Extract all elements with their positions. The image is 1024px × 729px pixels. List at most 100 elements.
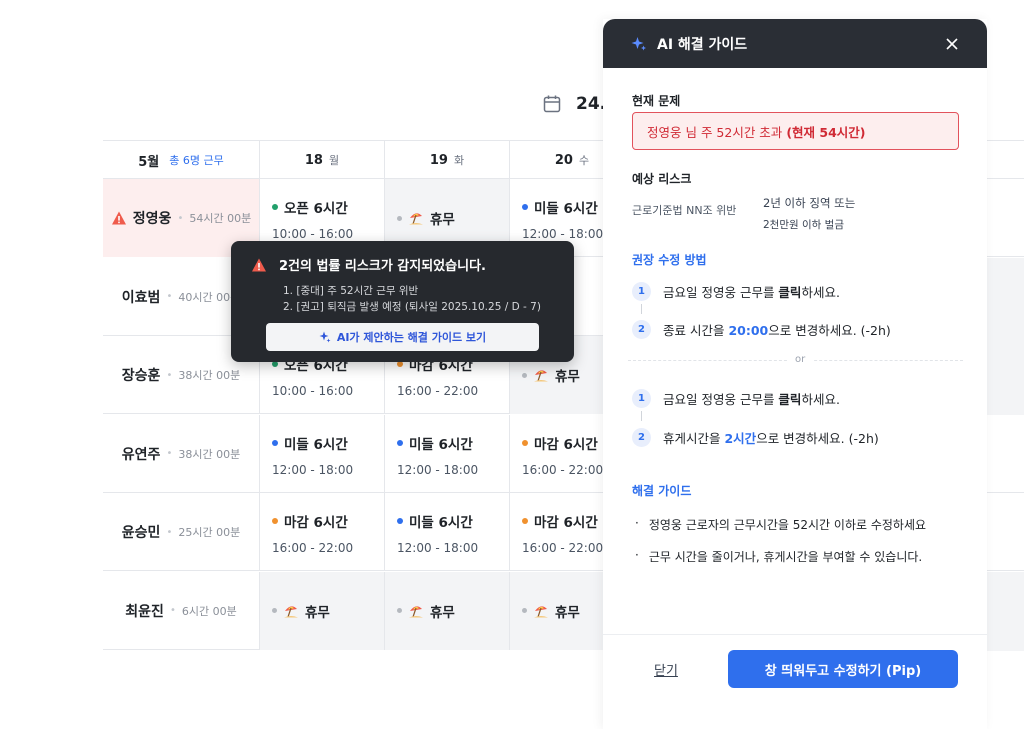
tooltip-title-row: 2건의 법률 리스크가 감지되었습니다. [251,255,554,274]
shift-time: 16:00 - 22:00 [272,541,354,555]
step-text-post: 으로 변경하세요. (-2h) [768,323,891,338]
shift-type-dot [397,518,403,524]
grid-overflow-cell [987,258,1024,415]
grid-overflow-cell [987,572,1024,651]
ai-guide-panel: AI 해결 가이드 현재 문제 정영웅 님 주 52시간 초과 (현재 54시간… [603,19,987,729]
view-ai-guide-button[interactable]: AI가 제안하는 해결 가이드 보기 [266,323,539,351]
day-off-cell[interactable]: 휴무 [385,571,510,650]
shift-label: 마감 6시간 [284,515,348,531]
fix-step: 2 종료 시간을 20:00으로 변경하세요. (-2h) [632,320,891,339]
shift-type-dot [522,204,528,210]
employee-name: 이효범 [121,289,161,306]
guide-text: 정영웅 근로자의 근무시간을 52시간 이하로 수정하세요 [648,518,927,532]
employee-count: 총 6명 근무 [169,154,224,167]
or-label: or [787,354,814,365]
risk-item: 1. [중대] 주 52시간 근무 위반 [283,285,419,297]
day-off-cell[interactable]: 휴무 [260,571,385,650]
employee-name: 정영웅 [132,211,172,227]
close-link[interactable]: 닫기 [654,660,678,679]
day-header: 19 화 [385,141,510,179]
step-text-bold: 클릭 [778,392,802,407]
issue-text: 정영웅 님 주 52시간 초과 [647,124,783,140]
calendar-icon[interactable] [542,94,562,114]
beach-umbrella-icon [534,605,548,617]
shift-type-dot [522,518,528,524]
shift-time: 10:00 - 16:00 [272,384,354,398]
step-text-bold: 클릭 [778,285,802,300]
current-date: 24. [576,94,607,114]
risk-law: 근로기준법 NN조 위반 [632,204,737,217]
step-text-pre: 금요일 정영웅 근무를 [663,392,779,407]
shift-cell[interactable]: 미들 6시간 12:00 - 18:00 [385,493,510,571]
shift-label: 마감 6시간 [534,515,598,531]
date-header: 24. [542,94,606,114]
step-text-post: 하세요. [801,392,840,407]
employee-hours: 6시간 00분 [181,604,237,618]
employee-name: 장승훈 [121,368,161,384]
guide-text: 근무 시간을 줄이거나, 휴게시간을 부여할 수 있습니다. [648,550,923,564]
shift-type-dot [397,439,403,446]
employee-name-cell[interactable]: 윤승민 • 25시간 00분 [103,493,260,571]
step-connector [641,411,642,421]
employee-hours: 38시간 00분 [178,369,241,382]
shift-cell[interactable]: 마감 6시간 16:00 - 22:00 [260,493,385,571]
month-label: 5월 [138,154,160,170]
step-text: 금요일 정영웅 근무를 클릭하세요. [663,282,840,301]
close-icon[interactable] [945,37,959,51]
step-text-pre: 금요일 정영웅 근무를 [663,285,779,300]
warning-icon [111,211,126,225]
step-connector [641,304,642,314]
step-number: 1 [632,389,651,408]
panel-footer: 닫기 창 띄워두고 수정하기 (Pip) [603,634,987,729]
step-text-post: 하세요. [801,285,840,300]
beach-umbrella-icon [284,605,298,617]
step-number: 1 [632,282,651,301]
sparkle-icon [319,331,331,343]
risk-penalty-line: 2년 이하 징역 또는 [763,196,856,210]
shift-cell[interactable]: 미들 6시간 12:00 - 18:00 [260,414,385,493]
employee-name: 유연주 [121,446,161,463]
day-off-label: 휴무 [305,604,330,621]
pip-edit-button[interactable]: 창 띄워두고 수정하기 (Pip) [728,650,958,688]
shift-time: 12:00 - 18:00 [397,541,479,555]
shift-cell[interactable]: 미들 6시간 12:00 - 18:00 [385,414,510,493]
step-number: 2 [632,428,651,447]
risk-item: 2. [권고] 퇴직금 발생 예정 (퇴사일 2025.10.25 / D - … [283,301,541,313]
current-issue-box: 정영웅 님 주 52시간 초과 (현재 54시간) [632,112,959,150]
tooltip-risk-list: 1. [중대] 주 52시간 근무 위반 2. [권고] 퇴직금 발생 예정 (… [283,283,554,315]
day-header: 18 월 [260,141,385,179]
warning-icon [252,258,266,271]
day-of-week: 수 [578,154,590,167]
shift-type-dot [272,439,278,446]
shift-label: 오픈 6시간 [284,201,348,217]
day-off-label: 휴무 [555,604,580,621]
day-number: 19 [429,152,448,168]
schedule-screen: 24. 5월 총 6명 근무 18 월 19 화 20 수 정영웅 • 54시간 0… [0,0,1024,729]
step-number: 2 [632,320,651,339]
shift-type-dot [272,518,278,524]
month-header: 5월 총 6명 근무 [103,141,260,179]
day-of-week: 화 [453,154,465,167]
sparkle-icon [631,36,646,50]
employee-name-cell[interactable]: 유연주 • 38시간 00분 [103,414,260,493]
step-text: 금요일 정영웅 근무를 클릭하세요. [663,389,840,408]
guide-item: · 정영웅 근로자의 근무시간을 52시간 이하로 수정하세요 [635,516,927,532]
employee-name: 윤승민 [121,525,161,541]
day-number: 20 [554,152,573,168]
panel-title: AI 해결 가이드 [657,36,748,53]
beach-umbrella-icon [409,213,423,225]
risk-penalty: 2년 이하 징역 또는 2천만원 이하 벌금 [763,192,855,236]
employee-name-cell[interactable]: 최윤진 • 6시간 00분 [103,571,260,650]
shift-label: 마감 6시간 [534,436,598,453]
panel-header: AI 해결 가이드 [603,19,987,68]
day-off-label: 휴무 [430,604,455,621]
employee-hours: 25시간 00분 [178,526,241,539]
tooltip-title: 2건의 법률 리스크가 감지되었습니다. [279,259,486,274]
shift-time: 12:00 - 18:00 [397,462,479,477]
fix-step: 1 금요일 정영웅 근무를 클릭하세요. [632,282,840,301]
day-of-week: 월 [328,154,340,167]
issue-current-hours: (현재 54시간) [786,124,866,140]
day-off-label: 휴무 [555,369,580,385]
step-text: 휴게시간을 2시간으로 변경하세요. (-2h) [663,428,879,447]
shift-type-dot [272,204,278,210]
